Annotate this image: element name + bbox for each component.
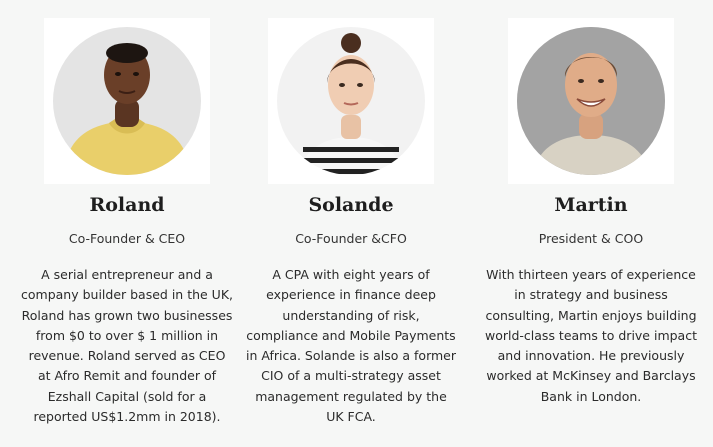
member-name: Roland — [89, 194, 165, 216]
avatar-solande — [277, 27, 425, 175]
member-role: President & COO — [538, 231, 644, 246]
team-card-martin: Martin President & COO With thirteen yea… — [476, 18, 706, 407]
team-card-roland: Roland Co-Founder & CEO A serial entrepr… — [12, 18, 242, 427]
photo-frame — [268, 18, 434, 184]
member-bio: A CPA with eight years of experience in … — [245, 267, 457, 425]
member-bio: With thirteen years of experience in str… — [485, 267, 697, 404]
member-name: Martin — [554, 194, 628, 216]
member-bio: A serial entrepreneur and a company buil… — [21, 267, 234, 425]
member-name: Solande — [308, 194, 394, 216]
avatar-roland — [53, 27, 201, 175]
team-card-solande: Solande Co-Founder &CFO A CPA with eight… — [236, 18, 466, 427]
member-role: Co-Founder &CFO — [295, 231, 407, 246]
member-role: Co-Founder & CEO — [68, 231, 186, 246]
team-section: Roland Co-Founder & CEO A serial entrepr… — [0, 0, 713, 447]
avatar-martin — [517, 27, 665, 175]
photo-frame — [44, 18, 210, 184]
photo-frame — [508, 18, 674, 184]
